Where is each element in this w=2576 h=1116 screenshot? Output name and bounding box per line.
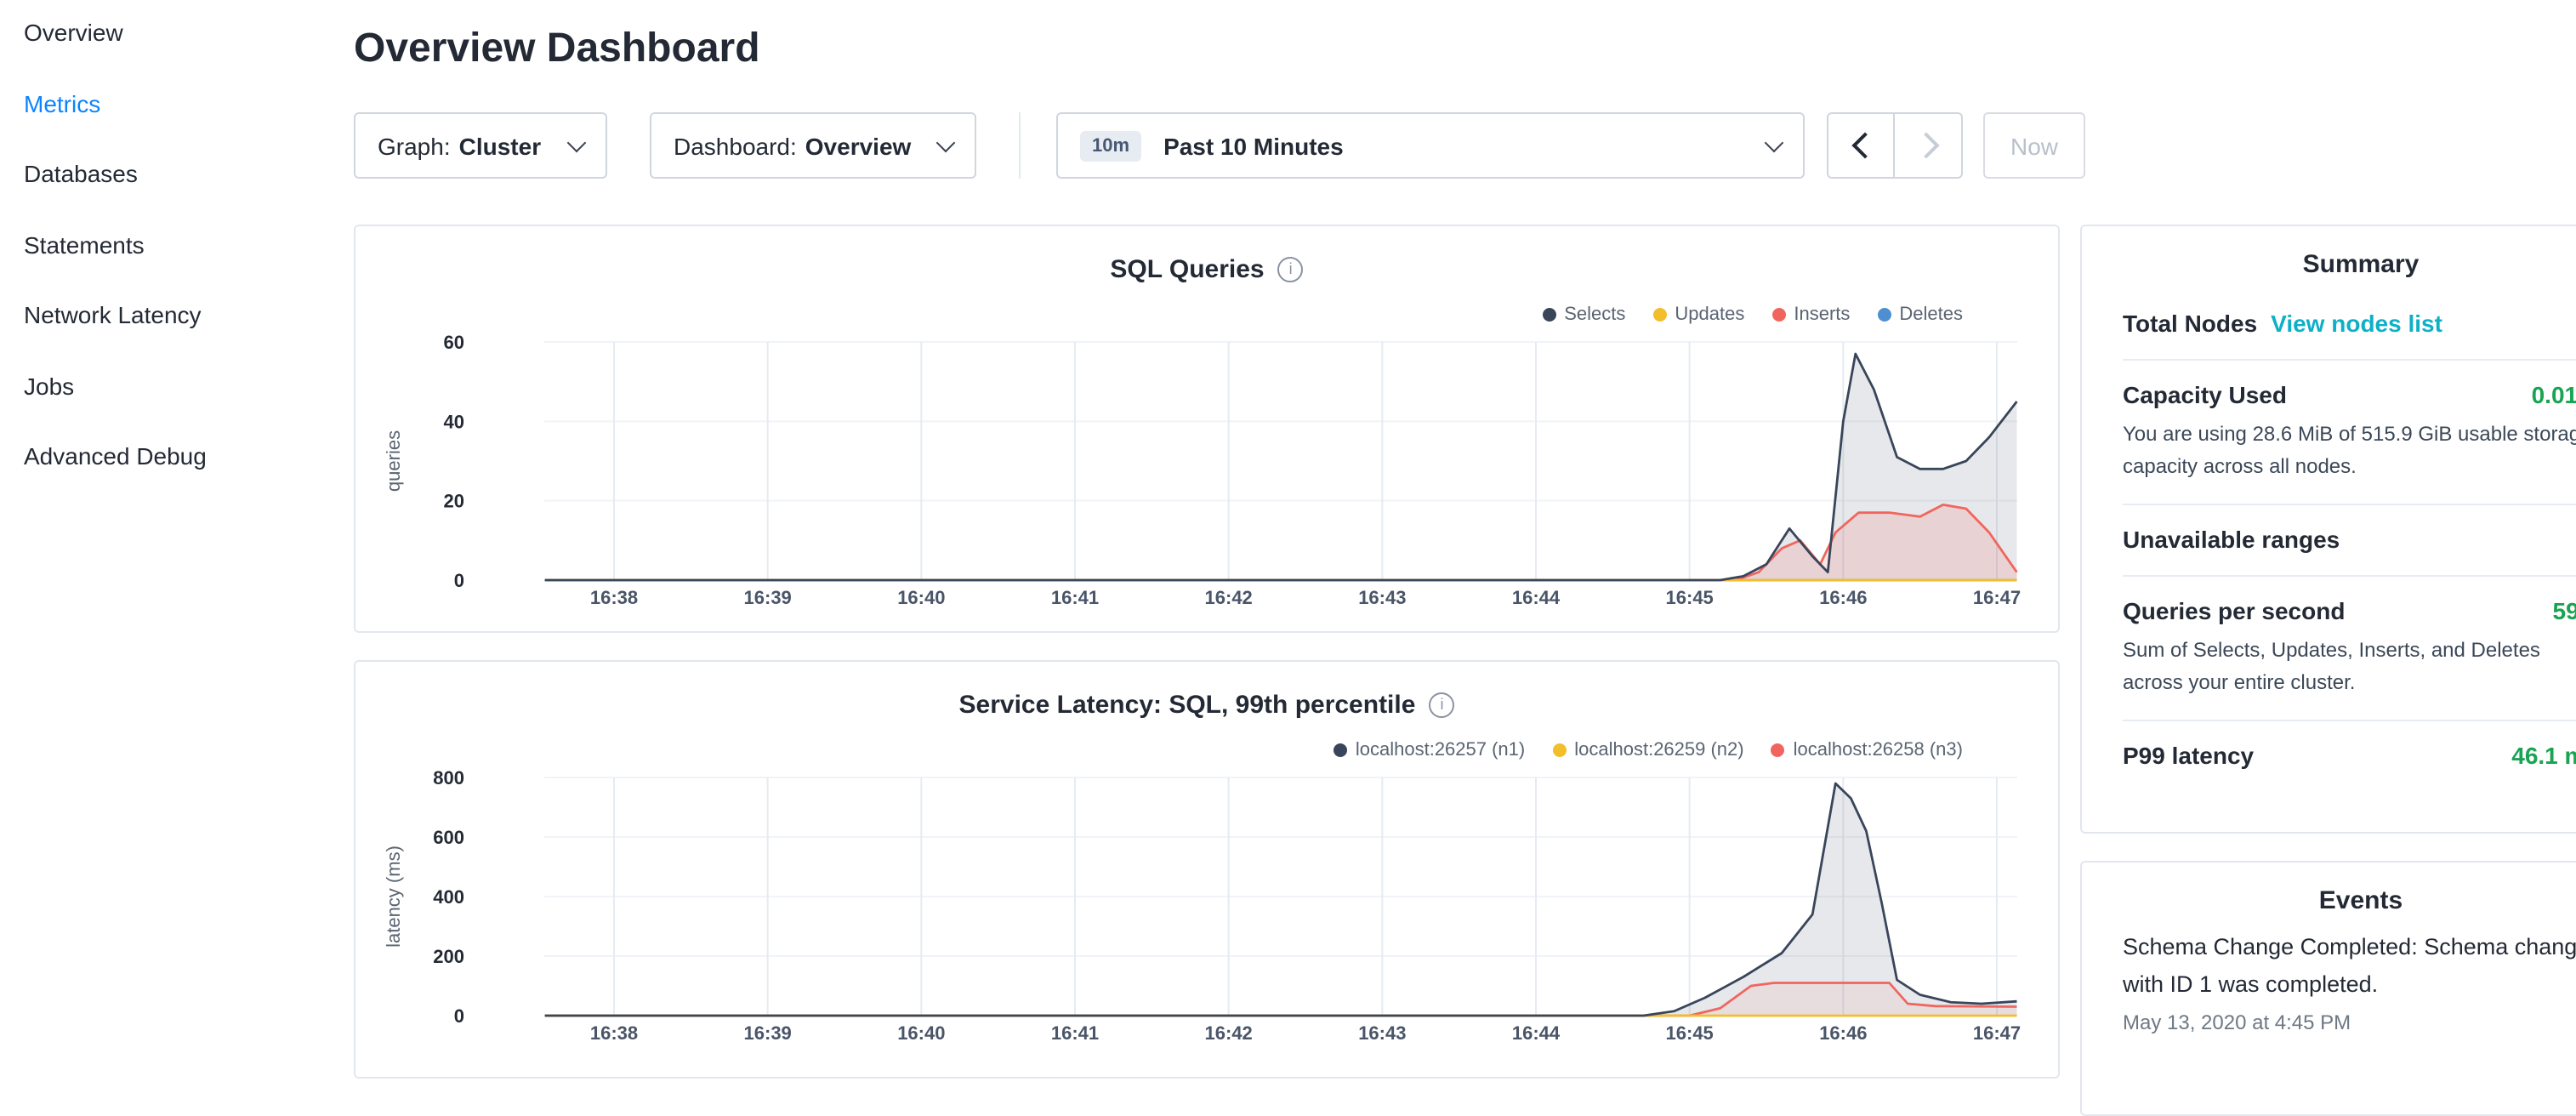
svg-text:0: 0	[454, 570, 464, 591]
sidebar-item-jobs[interactable]: Jobs	[24, 370, 313, 401]
svg-text:16:46: 16:46	[1819, 587, 1867, 608]
dashboard-dropdown-label: Dashboard:	[674, 132, 797, 159]
summary-label: Unavailable ranges	[2123, 526, 2340, 553]
svg-text:16:44: 16:44	[1512, 587, 1561, 608]
chevron-down-icon	[936, 133, 956, 152]
summary-description: You are using 28.6 MiB of 515.9 GiB usab…	[2123, 418, 2576, 481]
svg-text:16:40: 16:40	[897, 1022, 945, 1044]
svg-text:16:45: 16:45	[1666, 1022, 1714, 1044]
summary-row-unavailable-ranges: Unavailable ranges 0	[2123, 505, 2576, 577]
event-item[interactable]: Schema Change Completed: Schema change w…	[2123, 929, 2576, 1034]
service-latency-chart-card: Service Latency: SQL, 99th percentile i …	[354, 660, 2060, 1079]
page-title: Overview Dashboard	[354, 24, 760, 73]
summary-row-queries-per-second: Queries per second 59.7 Sum of Selects, …	[2123, 577, 2576, 721]
dashboard-dropdown-value: Overview	[805, 132, 912, 159]
summary-value: 46.1 ms	[2511, 743, 2576, 770]
svg-text:16:42: 16:42	[1205, 587, 1253, 608]
summary-card: Summary Total Nodes View nodes list 3 Ca…	[2080, 225, 2576, 834]
svg-text:0: 0	[454, 1005, 464, 1027]
svg-text:400: 400	[433, 886, 464, 908]
dashboard-dropdown[interactable]: Dashboard: Overview	[650, 112, 976, 179]
sql-queries-chart-card: SQL Queries i Selects Updates Inserts De…	[354, 225, 2060, 633]
svg-text:40: 40	[444, 411, 464, 432]
svg-text:60: 60	[444, 332, 464, 353]
events-card: Events Schema Change Completed: Schema c…	[2080, 861, 2576, 1116]
svg-text:16:42: 16:42	[1205, 1022, 1253, 1044]
view-nodes-link[interactable]: View nodes list	[2271, 310, 2442, 337]
svg-text:16:43: 16:43	[1358, 587, 1406, 608]
graph-dropdown-value: Cluster	[459, 132, 541, 159]
summary-label: Total Nodes	[2123, 310, 2257, 337]
chevron-down-icon	[1765, 133, 1784, 152]
controls-divider	[1019, 112, 1021, 179]
time-range-selector[interactable]: 10m Past 10 Minutes	[1056, 112, 1805, 179]
sql-queries-chart: 0 20 40 60 16:38 16:39 16:40 16:41 16:42 16:43 16:…	[355, 226, 2061, 635]
viewport: Overview Metrics Databases Statements Ne…	[0, 0, 2576, 1051]
summary-row-total-nodes: Total Nodes View nodes list 3	[2123, 289, 2576, 361]
summary-label: P99 latency	[2123, 743, 2254, 770]
event-message: Schema Change Completed: Schema change w…	[2123, 929, 2576, 1002]
time-next-button[interactable]	[1893, 112, 1963, 179]
svg-text:20: 20	[444, 491, 464, 512]
summary-row-capacity-used: Capacity Used 0.01% You are using 28.6 M…	[2123, 361, 2576, 505]
svg-text:16:46: 16:46	[1819, 1022, 1867, 1044]
sidebar-item-overview[interactable]: Overview	[24, 17, 313, 48]
service-latency-chart: 0 200 400 600 800 16:38 16:39 16:40 16:41 16:42 16…	[355, 662, 2061, 1080]
events-title: Events	[2123, 886, 2576, 915]
summary-title: Summary	[2123, 250, 2576, 279]
summary-label: Capacity Used	[2123, 381, 2287, 408]
svg-text:16:38: 16:38	[590, 1022, 638, 1044]
sidebar-item-metrics[interactable]: Metrics	[24, 88, 313, 118]
svg-text:16:47: 16:47	[1973, 587, 2021, 608]
sidebar-item-statements[interactable]: Statements	[24, 229, 313, 259]
summary-row-p99-latency: P99 latency 46.1 ms	[2123, 722, 2576, 792]
svg-text:16:45: 16:45	[1666, 587, 1714, 608]
svg-text:16:44: 16:44	[1512, 1022, 1561, 1044]
svg-text:16:41: 16:41	[1051, 587, 1099, 608]
graph-dropdown[interactable]: Graph: Cluster	[354, 112, 607, 179]
event-timestamp: May 13, 2020 at 4:45 PM	[2123, 1011, 2576, 1034]
time-now-button[interactable]: Now	[1983, 112, 2085, 179]
svg-text:16:47: 16:47	[1973, 1022, 2021, 1044]
summary-value: 59.7	[2553, 597, 2576, 624]
svg-text:16:39: 16:39	[744, 587, 792, 608]
sidebar-item-advanced-debug[interactable]: Advanced Debug	[24, 441, 313, 471]
chevron-right-icon	[1912, 132, 1938, 158]
svg-text:16:39: 16:39	[744, 1022, 792, 1044]
svg-text:600: 600	[433, 827, 464, 848]
sidebar-item-network-latency[interactable]: Network Latency	[24, 299, 313, 330]
svg-text:16:40: 16:40	[897, 587, 945, 608]
time-range-badge: 10m	[1080, 130, 1141, 161]
svg-text:16:43: 16:43	[1358, 1022, 1406, 1044]
svg-text:16:41: 16:41	[1051, 1022, 1099, 1044]
sidebar-item-databases[interactable]: Databases	[24, 158, 313, 189]
summary-value: 0.01%	[2532, 381, 2576, 408]
time-range-value: Past 10 Minutes	[1163, 132, 1344, 159]
svg-text:200: 200	[433, 946, 464, 967]
sidebar: Overview Metrics Databases Statements Ne…	[24, 17, 313, 471]
graph-dropdown-label: Graph:	[378, 132, 451, 159]
svg-text:800: 800	[433, 767, 464, 789]
time-prev-button[interactable]	[1827, 112, 1896, 179]
svg-text:16:38: 16:38	[590, 587, 638, 608]
summary-label: Queries per second	[2123, 597, 2345, 624]
chevron-left-icon	[1851, 132, 1877, 158]
chevron-down-icon	[567, 133, 587, 152]
summary-description: Sum of Selects, Updates, Inserts, and De…	[2123, 635, 2576, 698]
